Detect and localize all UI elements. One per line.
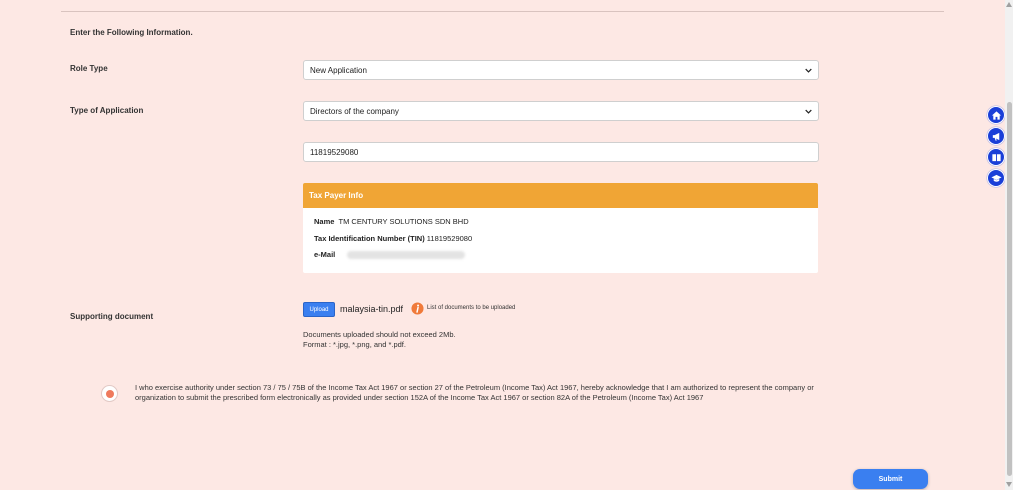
role-type-select[interactable]: New Application — [303, 60, 819, 80]
role-type-value: New Application — [310, 65, 367, 75]
taxpayer-name-value: TM CENTURY SOLUTIONS SDN BHD — [338, 217, 469, 226]
application-type-value: Directors of the company — [310, 106, 399, 116]
supporting-document-label: Supporting document — [70, 312, 154, 321]
taxpayer-email-label: e-Mail — [314, 250, 336, 259]
chevron-down-icon — [805, 68, 812, 73]
taxpayer-name-row: Name TM CENTURY SOLUTIONS SDN BHD — [314, 217, 469, 226]
upload-format-note: Format : *.jpg, *.png, and *.pdf. — [303, 340, 406, 349]
side-nav-home-button[interactable] — [987, 106, 1005, 124]
scroll-down-arrow-icon[interactable] — [1006, 482, 1012, 487]
redacted-email — [347, 251, 466, 260]
scrollbar-thumb[interactable] — [1007, 102, 1012, 476]
taxpayer-name-label: Name — [314, 217, 335, 226]
id-number-value: 11819529080 — [310, 147, 359, 157]
side-nav-guide-button[interactable] — [987, 148, 1005, 166]
radio-selected-dot — [105, 389, 114, 398]
megaphone-icon — [992, 132, 999, 141]
graduation-cap-icon — [990, 174, 1002, 182]
application-type-select[interactable]: Directors of the company — [303, 101, 819, 121]
side-nav-announcement-button[interactable] — [987, 127, 1005, 145]
side-nav-learning-button[interactable] — [987, 169, 1005, 187]
role-type-label: Role Type — [70, 64, 108, 73]
home-icon — [991, 110, 1001, 120]
taxpayer-email-row: e-Mail — [314, 250, 466, 260]
taxpayer-tin-value: 11819529080 — [426, 234, 473, 243]
upload-size-note: Documents uploaded should not exceed 2Mb… — [303, 330, 456, 339]
book-icon — [991, 153, 1001, 161]
upload-button[interactable]: Upload — [303, 302, 335, 317]
submit-button[interactable]: Submit — [853, 469, 928, 489]
chevron-down-icon — [805, 109, 812, 114]
document-list-link[interactable]: List of documents to be uploaded — [427, 305, 515, 311]
taxpayer-tin-label: Tax Identification Number (TIN) — [314, 234, 425, 243]
taxpayer-info-header: Tax Payer Info — [303, 183, 818, 208]
id-number-input[interactable]: 11819529080 — [303, 142, 819, 162]
top-divider — [61, 11, 944, 12]
application-type-label: Type of Application — [70, 106, 144, 115]
scroll-up-arrow-icon[interactable] — [1006, 2, 1012, 7]
taxpayer-info-card: Tax Payer Info Name TM CENTURY SOLUTIONS… — [303, 183, 818, 273]
acknowledgement-text: I who exercise authority under section 7… — [135, 383, 814, 402]
info-icon[interactable] — [411, 302, 424, 315]
taxpayer-tin-row: Tax Identification Number (TIN) 11819529… — [314, 234, 472, 243]
form-heading: Enter the Following Information. — [70, 28, 193, 37]
acknowledge-radio[interactable] — [101, 385, 118, 402]
upload-note: Documents uploaded should not exceed 2Mb… — [303, 330, 456, 350]
uploaded-file-name: malaysia-tin.pdf — [340, 304, 404, 314]
